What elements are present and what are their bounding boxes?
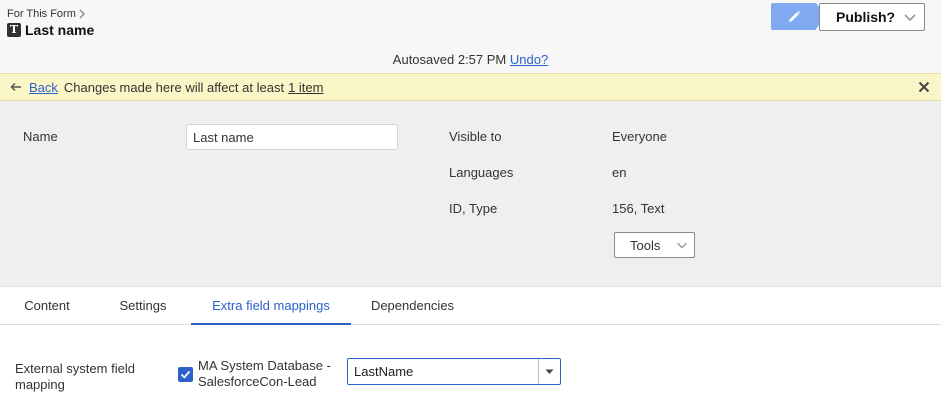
mapping-source-checkbox[interactable] <box>178 367 193 382</box>
title-row: T Last name <box>7 22 94 38</box>
arrow-left-icon[interactable] <box>10 82 22 92</box>
name-input[interactable] <box>186 124 398 150</box>
autosave-status: Autosaved 2:57 PM Undo? <box>0 52 941 67</box>
close-icon[interactable] <box>918 81 930 93</box>
mapping-source-label: MA System Database - SalesforceCon-Lead <box>198 358 331 389</box>
breadcrumb-label[interactable]: For This Form <box>7 8 76 20</box>
chevron-right-icon <box>79 9 85 19</box>
tab-dependencies[interactable]: Dependencies <box>359 288 466 324</box>
chevron-down-icon[interactable] <box>902 9 918 25</box>
name-label: Name <box>23 129 58 144</box>
chevron-down-icon <box>677 242 687 249</box>
back-link[interactable]: Back <box>29 80 58 95</box>
tab-settings[interactable]: Settings <box>103 288 183 324</box>
id-type-label: ID, Type <box>449 201 498 216</box>
edit-button[interactable] <box>771 3 826 30</box>
autosave-text: Autosaved 2:57 PM <box>392 52 507 67</box>
external-mapping-label: External system field mapping <box>15 361 135 392</box>
publish-label: Publish? <box>836 9 896 25</box>
caret-down-icon <box>545 369 554 374</box>
languages-label: Languages <box>449 165 514 180</box>
page-title: Last name <box>25 22 95 38</box>
visible-to-value: Everyone <box>612 129 667 144</box>
properties-panel: Name Visible to Everyone Languages en ID… <box>0 101 941 287</box>
pencil-icon <box>788 10 800 22</box>
tab-bar: Content Settings Extra field mappings De… <box>0 288 941 325</box>
text-type-icon: T <box>7 23 21 37</box>
visible-to-label: Visible to <box>449 129 502 144</box>
impact-notice-bar: Back Changes made here will affect at le… <box>0 73 941 101</box>
languages-value: en <box>612 165 627 180</box>
combobox-dropdown-button[interactable] <box>538 359 560 384</box>
mapping-field-input[interactable] <box>348 359 538 384</box>
affected-items-link[interactable]: 1 item <box>288 80 323 95</box>
undo-link[interactable]: Undo? <box>510 52 548 67</box>
page-header: For This Form T Last name Publish? Autos… <box>0 0 941 73</box>
tools-button[interactable]: Tools <box>614 232 695 258</box>
breadcrumb[interactable]: For This Form <box>7 8 86 20</box>
publish-button[interactable]: Publish? <box>819 3 925 31</box>
checkmark-icon <box>180 370 191 379</box>
tools-label: Tools <box>630 237 661 253</box>
notice-message: Changes made here will affect at least <box>63 79 285 95</box>
tab-content[interactable]: Content <box>9 288 85 324</box>
mapping-field-combobox[interactable] <box>347 358 561 385</box>
tab-extra-field-mappings[interactable]: Extra field mappings <box>191 288 351 325</box>
id-type-value: 156, Text <box>612 201 665 216</box>
